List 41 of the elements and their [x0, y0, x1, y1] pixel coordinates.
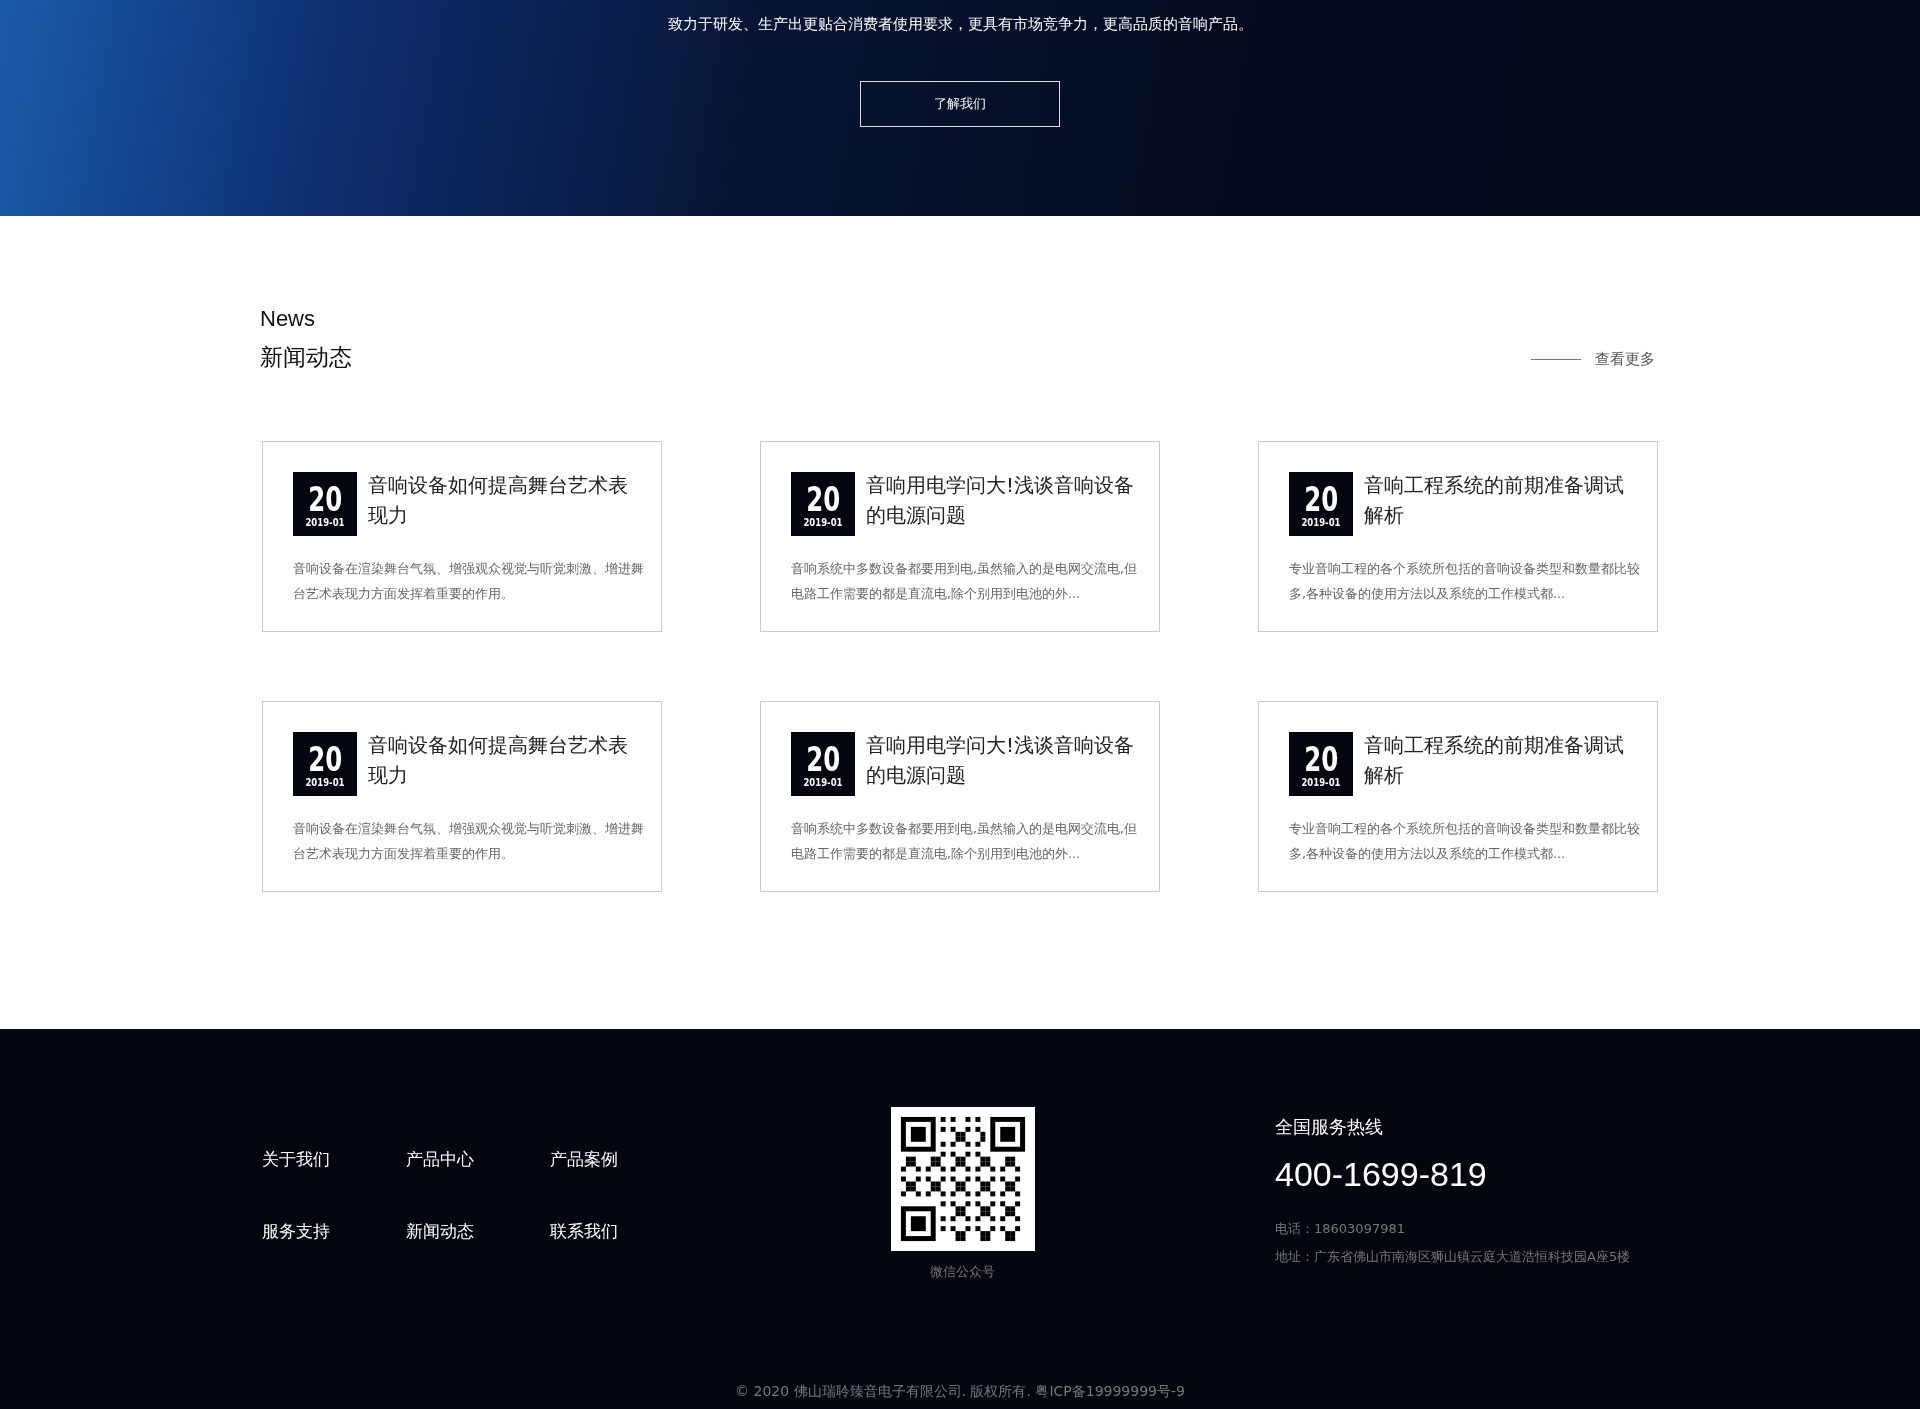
date-month: 2019-01 [803, 776, 843, 788]
date-day: 20 [307, 480, 342, 517]
date-month: 2019-01 [1301, 516, 1341, 528]
date-month: 2019-01 [305, 516, 345, 528]
news-title: 音响设备如何提高舞台艺术表现力 [368, 472, 629, 529]
news-title: 音响用电学问大!浅谈音响设备的电源问题 [866, 472, 1136, 529]
qr-caption: 微信公众号 [930, 1263, 995, 1281]
date-day: 20 [1303, 480, 1338, 517]
news-summary: 音响系统中多数设备都要用到电,虽然输入的是电网交流电,但电路工作需要的都是直流电,除个别用到电池的外... [791, 820, 1138, 863]
news-summary: 音响设备在渲染舞台气氛、增强观众视觉与听觉刺激、增进舞台艺术表现力方面发挥着重要的作用。 [293, 560, 645, 603]
address-text: 地址：广东省佛山市南海区狮山镇云庭大道浩恒科技园A座5楼 [1275, 1248, 1631, 1266]
date-day: 20 [307, 740, 342, 777]
news-title: 音响用电学问大!浅谈音响设备的电源问题 [866, 732, 1136, 789]
news-title: 音响工程系统的前期准备调试解析 [1364, 472, 1625, 529]
about-button[interactable]: 了解我们 [860, 81, 1060, 127]
date-day: 20 [805, 480, 840, 517]
copyright-text: © 2020 佛山瑞聆臻音电子有限公司. 版权所有. 粤ICP备19999999号-9 [734, 1383, 1186, 1401]
footer-link[interactable]: 新闻动态 [406, 1219, 550, 1243]
hotline-label: 全国服务热线 [1275, 1115, 1384, 1139]
news-title: 音响设备如何提高舞台艺术表现力 [368, 732, 629, 789]
hero-text: 致力于研发、生产出更贴合消费者使用要求，更具有市场竞争力，更高品质的音响产品。 [667, 14, 1253, 35]
date-day: 20 [805, 740, 840, 777]
news-summary: 音响系统中多数设备都要用到电,虽然输入的是电网交流电,但电路工作需要的都是直流电,除个别用到电池的外... [791, 560, 1138, 603]
section-title: 新闻动态 [260, 343, 352, 372]
footer-link[interactable]: 服务支持 [262, 1219, 406, 1243]
hotline-number: 400-1699-819 [1275, 1155, 1488, 1194]
footer-link[interactable]: 产品案例 [550, 1147, 694, 1171]
date-month: 2019-01 [803, 516, 843, 528]
date-month: 2019-01 [1301, 776, 1341, 788]
more-link[interactable]: 查看更多 [1595, 350, 1655, 369]
news-summary: 音响设备在渲染舞台气氛、增强观众视觉与听觉刺激、增进舞台艺术表现力方面发挥着重要的作用。 [293, 820, 645, 863]
date-month: 2019-01 [305, 776, 345, 788]
footer-link[interactable]: 产品中心 [406, 1147, 550, 1171]
news-summary: 专业音响工程的各个系统所包括的音响设备类型和数量都比较多,各种设备的使用方法以及系统的工作模式都... [1289, 820, 1641, 863]
phone-text: 电话：18603097981 [1275, 1220, 1406, 1238]
news-summary: 专业音响工程的各个系统所包括的音响设备类型和数量都比较多,各种设备的使用方法以及系统的工作模式都... [1289, 560, 1641, 603]
footer-link[interactable]: 关于我们 [262, 1147, 406, 1171]
date-day: 20 [1303, 740, 1338, 777]
section-subtitle: News [260, 306, 316, 332]
news-title: 音响工程系统的前期准备调试解析 [1364, 732, 1625, 789]
footer-link[interactable]: 联系我们 [550, 1219, 694, 1243]
